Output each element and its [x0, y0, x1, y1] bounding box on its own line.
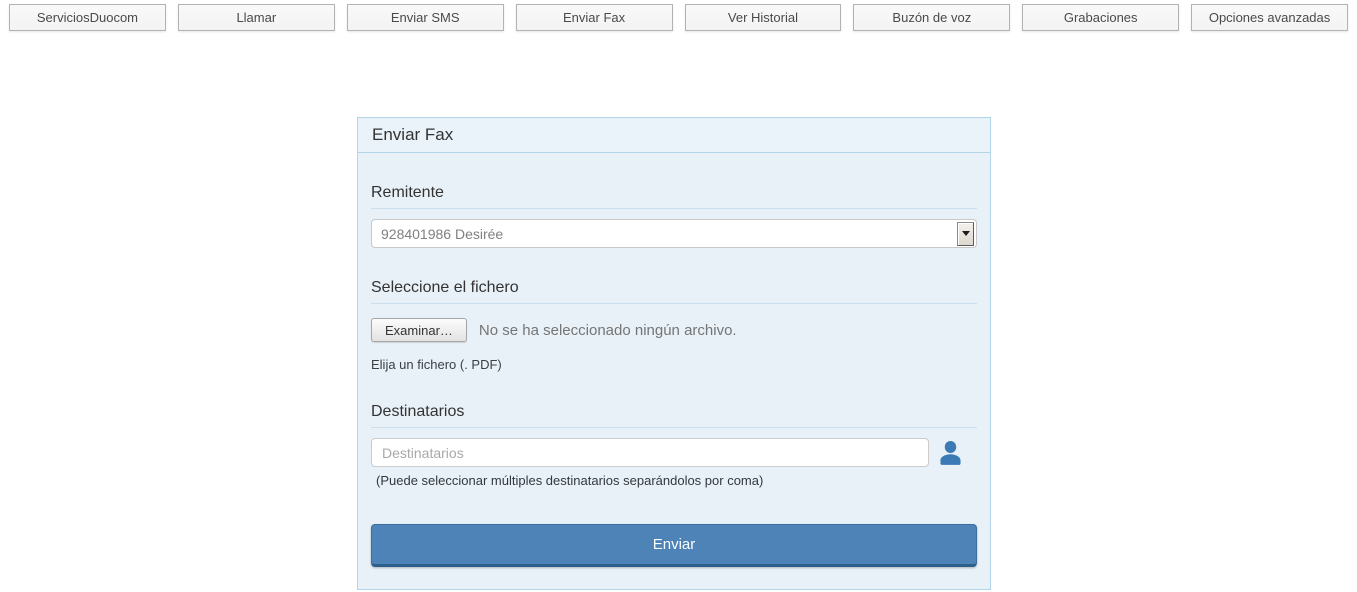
remitente-heading: Remitente	[371, 153, 977, 209]
dropdown-arrow-icon[interactable]	[957, 222, 974, 246]
enviar-submit-button[interactable]: Enviar	[371, 524, 977, 567]
toolbar-button-enviar-fax[interactable]: Enviar Fax	[516, 4, 673, 31]
panel-body: Remitente 928401986 Desirée Seleccione e…	[358, 153, 990, 589]
panel-title: Enviar Fax	[358, 118, 990, 153]
enviar-fax-panel: Enviar Fax Remitente 928401986 Desirée S…	[357, 117, 991, 590]
toolbar-button-opciones-avanzadas[interactable]: Opciones avanzadas	[1191, 4, 1348, 31]
file-hint-text: Elija un fichero (. PDF)	[371, 357, 977, 372]
browse-file-button[interactable]: Examinar…	[371, 318, 467, 342]
toolbar-button-ver-historial[interactable]: Ver Historial	[685, 4, 842, 31]
destinatarios-caption: (Puede seleccionar múltiples destinatari…	[371, 473, 977, 488]
destinatarios-row	[371, 438, 977, 467]
file-input-row: Examinar… No se ha seleccionado ningún a…	[371, 318, 977, 342]
file-status-text: No se ha seleccionado ningún archivo.	[479, 322, 737, 339]
toolbar-button-enviar-sms[interactable]: Enviar SMS	[347, 4, 504, 31]
destinatarios-heading: Destinatarios	[371, 372, 977, 428]
destinatarios-input[interactable]	[371, 438, 929, 467]
toolbar-button-llamar[interactable]: Llamar	[178, 4, 335, 31]
top-toolbar: ServiciosDuocom Llamar Enviar SMS Enviar…	[0, 0, 1357, 31]
fichero-heading: Seleccione el fichero	[371, 248, 977, 304]
remitente-selected-value: 928401986 Desirée	[381, 226, 503, 242]
remitente-select[interactable]: 928401986 Desirée	[371, 219, 977, 248]
toolbar-button-servicios-duocom[interactable]: ServiciosDuocom	[9, 4, 166, 31]
toolbar-button-grabaciones[interactable]: Grabaciones	[1022, 4, 1179, 31]
user-icon[interactable]	[940, 441, 961, 465]
toolbar-button-buzon-de-voz[interactable]: Buzón de voz	[853, 4, 1010, 31]
